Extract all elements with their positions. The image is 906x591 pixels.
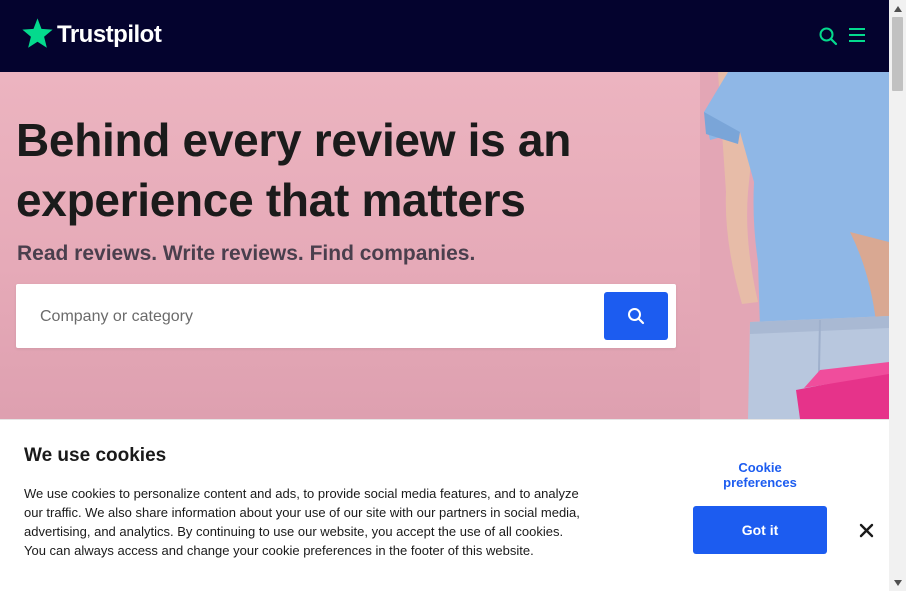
cookie-preferences-label-1: Cookie xyxy=(738,460,782,475)
hero-headline-line-1: Behind every review is an xyxy=(16,114,571,166)
cookie-banner-title: We use cookies xyxy=(24,445,167,466)
search-icon xyxy=(628,308,645,325)
hamburger-menu-icon[interactable] xyxy=(848,26,866,44)
top-navigation-bar: Trustpilot xyxy=(0,0,889,72)
search-icon[interactable] xyxy=(818,26,838,46)
cookie-consent-banner: We use cookies We use cookies to persona… xyxy=(0,419,889,591)
trustpilot-logo[interactable]: Trustpilot xyxy=(21,17,162,50)
cookie-preferences-link[interactable]: Cookie preferences xyxy=(700,460,820,490)
triangle-down-icon xyxy=(893,579,902,586)
search-submit-button[interactable] xyxy=(604,292,668,340)
scroll-up-button[interactable] xyxy=(889,0,906,17)
hero-headline: Behind every review is an experience tha… xyxy=(16,110,656,230)
close-icon[interactable] xyxy=(858,522,875,539)
cookie-preferences-label-2: preferences xyxy=(723,475,797,490)
hero-person-photo xyxy=(700,72,889,419)
page-scrollbar[interactable] xyxy=(889,0,906,591)
triangle-up-icon xyxy=(893,5,902,12)
accept-cookies-button[interactable]: Got it xyxy=(693,506,827,554)
scroll-down-button[interactable] xyxy=(889,574,906,591)
hero-headline-line-2: experience that matters xyxy=(16,174,526,226)
hero-section: Behind every review is an experience tha… xyxy=(0,72,889,419)
company-search-box xyxy=(16,284,676,348)
hero-subheadline: Read reviews. Write reviews. Find compan… xyxy=(17,242,476,265)
cookie-banner-text: We use cookies to personalize content an… xyxy=(24,486,580,558)
brand-name: Trustpilot xyxy=(57,21,162,48)
company-search-input[interactable] xyxy=(40,304,580,330)
scrollbar-thumb[interactable] xyxy=(892,17,903,91)
star-logo-icon xyxy=(22,18,53,48)
